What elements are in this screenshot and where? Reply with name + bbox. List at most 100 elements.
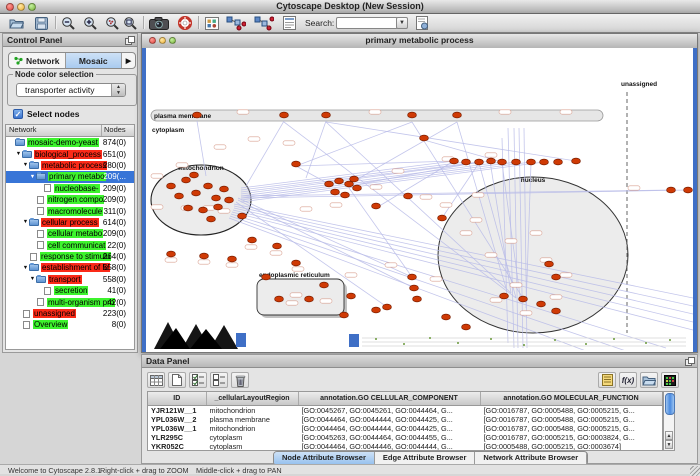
leaf-icon (23, 310, 30, 318)
tree-row-label: establishment of lo (41, 263, 110, 272)
search-input[interactable] (336, 17, 398, 29)
tree-row[interactable]: response to stimulu264(0) (6, 251, 134, 262)
tree-row[interactable]: multi-organism pro42(0) (6, 296, 134, 307)
table-scrollbar[interactable]: ▲ ▼ (663, 391, 675, 451)
view-close-button[interactable] (149, 37, 156, 44)
leaf-icon (44, 287, 51, 295)
folder-icon (15, 139, 25, 146)
network-canvas[interactable]: plasma membrane cytoplasm mitochondrion … (146, 48, 693, 350)
tree-row[interactable]: nucleobase-209(0) (6, 183, 134, 194)
zoom-fit-icon[interactable] (122, 15, 139, 31)
col-go-cellular-component[interactable]: annotation.GO CELLULAR_COMPONENT (298, 392, 480, 406)
table-cell: [GO:0045263, GO:0044464, GO:0044455, G..… (298, 433, 480, 442)
vizmapper-form-icon[interactable] (281, 15, 298, 31)
view-zoom-button[interactable] (169, 37, 176, 44)
zoom-in-icon[interactable] (82, 15, 99, 31)
tree-row[interactable]: macromolecule311(0) (6, 205, 134, 216)
float-panel-icon[interactable] (125, 36, 134, 44)
resize-grip[interactable] (690, 466, 700, 476)
view-minimize-button[interactable] (159, 37, 166, 44)
tree-row-count: 223(0) (103, 309, 126, 318)
col-id[interactable]: ID (148, 392, 206, 406)
tree-row[interactable]: ▼primary metabo209(... (6, 171, 134, 182)
tree-row[interactable]: secretion41(0) (6, 285, 134, 296)
tree-col-network[interactable]: Network (6, 125, 102, 136)
tree-row[interactable]: Overview8(0) (6, 319, 134, 330)
apply-layout-network-icon[interactable] (225, 15, 247, 31)
tab-overflow-arrow[interactable]: ▶ (122, 53, 135, 68)
tree-row-count: 558(0) (103, 275, 126, 284)
expander-icon[interactable]: ▼ (22, 219, 29, 225)
scrollbar-thumb[interactable] (665, 393, 675, 415)
select-nodes-checkbox[interactable]: ✓ (13, 109, 23, 119)
node-color-combo[interactable]: transporter activity ▲▼ (16, 83, 126, 97)
save-session-button[interactable] (33, 15, 50, 31)
search-label: Search: (305, 18, 334, 28)
expander-icon[interactable]: ▼ (29, 174, 36, 180)
tree-row[interactable]: cell communicat22(0) (6, 240, 134, 251)
leaf-icon (37, 230, 44, 238)
expander-icon[interactable]: ▼ (22, 162, 29, 168)
tree-row[interactable]: ▼establishment of lo558(0) (6, 262, 134, 273)
scroll-up-button[interactable]: ▲ (665, 431, 673, 440)
tree-row[interactable]: unassigned223(0) (6, 308, 134, 319)
folder-icon (36, 173, 46, 180)
zoom-out-icon[interactable] (60, 15, 77, 31)
select-all-attributes-button[interactable] (147, 372, 165, 388)
table-row[interactable]: YPL036W__1mitochondrion[GO:0044464, GO:0… (148, 424, 662, 433)
new-attribute-button[interactable] (168, 372, 186, 388)
delete-attribute-trash-icon[interactable] (231, 372, 249, 388)
destroy-network-icon[interactable] (253, 15, 275, 31)
scroll-down-button[interactable]: ▼ (665, 440, 673, 449)
tree-row[interactable]: cellular metabo209(0) (6, 228, 134, 239)
search-dropdown-button[interactable]: ▼ (396, 17, 408, 29)
mitochondrion-region: mitochondrion (151, 165, 251, 235)
tree-row[interactable]: ▼biological_process651(0) (6, 148, 134, 159)
attribute-mapping-button[interactable] (598, 372, 616, 388)
formula-builder-button[interactable]: f(x) (619, 372, 637, 388)
network-view-title: primary metabolic process (365, 35, 473, 45)
tree-row-label: nucleobase- (54, 184, 100, 193)
snapshot-camera-icon[interactable] (148, 15, 170, 31)
tree-row[interactable]: ▼transport558(0) (6, 274, 134, 285)
tree-row[interactable]: ▼cellular process614(0) (6, 217, 134, 228)
table-cell: [GO:0005488, GO:0005215, GO:0003674] (480, 442, 662, 451)
control-panel: Control Panel Network Mosaic ▶ Node colo… (2, 33, 138, 353)
tree-col-nodes[interactable]: Nodes (102, 125, 134, 136)
tree-row-count: 22(0) (107, 241, 126, 250)
table-row[interactable]: YKR052Ccytoplasm[GO:0044464, GO:0044446,… (148, 442, 662, 451)
expander-icon[interactable]: ▼ (15, 151, 22, 157)
zoom-button[interactable] (28, 3, 36, 11)
tree-row-count: 8(0) (112, 320, 126, 329)
network-tree-panel: Network Nodes mosaic-demo-yeast874(0)▼bi… (5, 124, 135, 350)
table-cell: [GO:0016787, GO:0005488, GO:0005215, G..… (480, 424, 662, 433)
expander-icon[interactable]: ▼ (29, 276, 36, 282)
tree-row[interactable]: nitrogen compo209(0) (6, 194, 134, 205)
import-table-folder-button[interactable] (640, 372, 658, 388)
help-lifebuoy-icon[interactable] (176, 15, 193, 31)
table-row[interactable]: YJR121W__1mitochondrion[GO:0045267, GO:0… (148, 406, 662, 416)
table-row[interactable]: YPL036W__2plasma membrane[GO:0044464, GO… (148, 415, 662, 424)
tab-mosaic[interactable]: Mosaic (66, 53, 123, 68)
tree-row[interactable]: mosaic-demo-yeast874(0) (6, 137, 134, 148)
network-tree[interactable]: mosaic-demo-yeast874(0)▼biological_proce… (6, 137, 134, 331)
table-cell: mitochondrion (206, 424, 298, 433)
data-panel-float-icon[interactable] (685, 357, 694, 365)
table-row[interactable]: YLR295Ccytoplasm[GO:0045263, GO:0044464,… (148, 433, 662, 442)
select-attributes-button[interactable] (189, 372, 207, 388)
col-go-molecular-function[interactable]: annotation.GO MOLECULAR_FUNCTION (480, 392, 662, 406)
zoom-selected-icon[interactable] (104, 15, 121, 31)
close-button[interactable] (6, 3, 14, 11)
heatmap-matrix-button[interactable] (661, 372, 679, 388)
tab-network[interactable]: Network (9, 53, 66, 68)
annotation-image-icon[interactable] (203, 15, 220, 31)
minimize-button[interactable] (17, 3, 25, 11)
attribute-table-body[interactable]: YJR121W__1mitochondrion[GO:0045267, GO:0… (148, 406, 662, 452)
window-title: Cytoscape Desktop (New Session) (276, 1, 424, 11)
open-file-button[interactable] (8, 15, 25, 31)
col-cellular-layout-region[interactable]: _cellularLayoutRegion (206, 392, 298, 406)
tree-row[interactable]: ▼metabolic process280(0) (6, 160, 134, 171)
unselect-attributes-button[interactable] (210, 372, 228, 388)
search-config-icon[interactable] (414, 15, 431, 31)
expander-icon[interactable]: ▼ (22, 265, 29, 271)
